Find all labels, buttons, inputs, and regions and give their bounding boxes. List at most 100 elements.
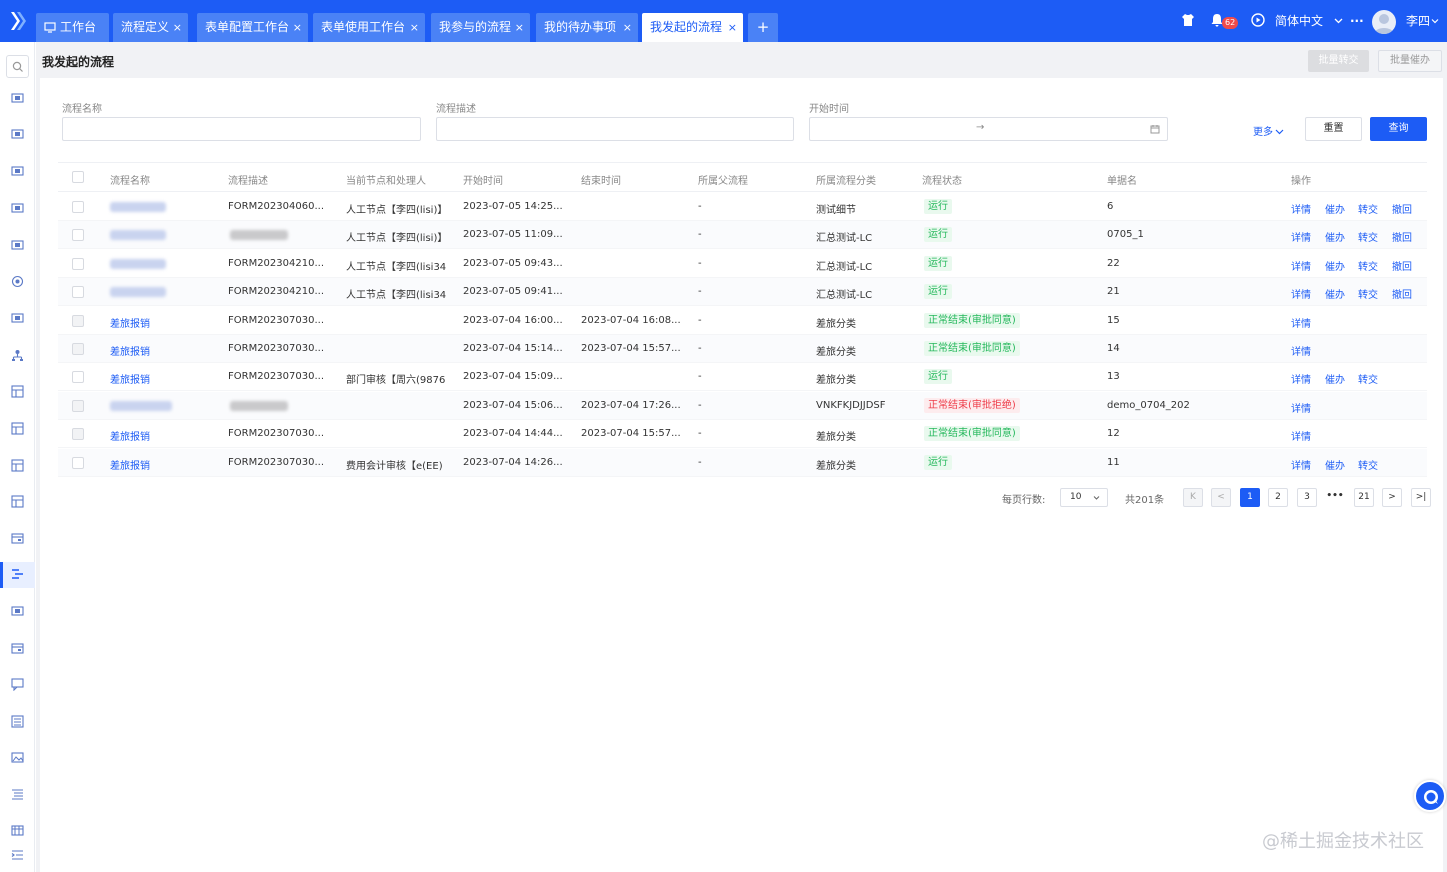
row-action-3[interactable]: 转交 (1358, 457, 1378, 472)
next-page-button[interactable]: > (1382, 488, 1402, 507)
row-action-2[interactable]: 催办 (1325, 258, 1345, 273)
row-checkbox[interactable] (72, 456, 84, 469)
tab-4[interactable]: 表单使用工作台 × (313, 13, 425, 42)
sidebar-item-6[interactable] (0, 269, 35, 295)
process-name-link[interactable]: 差旅报销 (110, 315, 150, 330)
row-action-3[interactable]: 转交 (1358, 201, 1378, 216)
play-circle-icon[interactable] (1251, 13, 1265, 27)
table-row[interactable]: 人工节点【李四(lisi)】 2023-07-05 11:09... - 汇总测试-L… (58, 221, 1427, 250)
table-row[interactable]: FORM202304210... 人工节点【李四(lisi34 2023-07-05… (58, 278, 1427, 307)
row-action-2[interactable]: 催办 (1325, 286, 1345, 301)
table-row[interactable]: 差旅报销 FORM202307030... 费用会计审核【e(EE) 2023-07-… (58, 448, 1427, 477)
tab-close-icon[interactable]: × (728, 13, 737, 42)
row-action-2[interactable]: 催办 (1325, 201, 1345, 216)
process-name-link[interactable]: 差旅报销 (110, 428, 150, 443)
tab-close-icon[interactable]: × (410, 13, 419, 42)
row-action-1[interactable]: 详情 (1291, 286, 1311, 301)
page-1-button[interactable]: 1 (1240, 488, 1260, 507)
sidebar-item-21[interactable] (0, 818, 35, 844)
row-action-2[interactable]: 催办 (1325, 371, 1345, 386)
row-action-3[interactable]: 转交 (1358, 229, 1378, 244)
language-selector[interactable]: 简体中文 (1275, 13, 1323, 29)
sidebar-item-13[interactable] (0, 526, 35, 552)
table-row[interactable]: 2023-07-04 15:06... 2023-07-04 17:26... - V… (58, 391, 1427, 420)
sidebar-item-12[interactable] (0, 489, 35, 515)
row-action-2[interactable]: 催办 (1325, 229, 1345, 244)
avatar[interactable] (1372, 10, 1396, 34)
table-row[interactable]: 差旅报销 FORM202307030... 2023-07-04 15:14... 2… (58, 335, 1427, 363)
sidebar-item-20[interactable] (0, 782, 35, 808)
process-name-link[interactable]: 差旅报销 (110, 371, 150, 386)
sidebar-item-1[interactable] (0, 86, 35, 112)
table-row[interactable]: 差旅报销 FORM202307030... 部门审核【周六(9876 2023-07-… (58, 363, 1427, 392)
table-row[interactable]: FORM202304210... 人工节点【李四(lisi34 2023-07-05… (58, 250, 1427, 278)
query-button[interactable]: 查询 (1370, 117, 1427, 141)
row-checkbox[interactable] (72, 201, 84, 213)
tab-close-icon[interactable]: × (173, 13, 182, 42)
sidebar-search-button[interactable] (6, 55, 29, 78)
row-action-1[interactable]: 详情 (1291, 229, 1311, 244)
sidebar-item-4[interactable] (0, 196, 35, 222)
row-action-1[interactable]: 详情 (1291, 400, 1311, 415)
app-logo-icon[interactable] (8, 10, 26, 32)
row-action-1[interactable]: 详情 (1291, 457, 1311, 472)
first-page-button[interactable]: K (1183, 488, 1203, 507)
sidebar-item-15[interactable] (0, 599, 35, 625)
more-filters-toggle[interactable]: 更多 (1253, 123, 1284, 138)
tab-2[interactable]: 流程定义 × (113, 13, 188, 42)
tab-7[interactable]: 我发起的流程 × (642, 13, 743, 42)
sidebar-item-16[interactable] (0, 636, 35, 662)
row-action-4[interactable]: 撤回 (1392, 201, 1412, 216)
sidebar-item-22[interactable] (0, 843, 35, 869)
row-checkbox[interactable] (72, 229, 84, 242)
tab-close-icon[interactable]: × (515, 13, 524, 42)
sidebar-item-8[interactable] (0, 343, 35, 369)
sidebar-item-7[interactable] (0, 306, 35, 332)
sidebar-item-17[interactable] (0, 672, 35, 698)
help-chat-button[interactable] (1414, 780, 1446, 812)
row-action-1[interactable]: 详情 (1291, 371, 1311, 386)
tab-1[interactable]: 工作台 (36, 13, 109, 42)
prev-page-button[interactable]: < (1211, 488, 1231, 507)
tab-3[interactable]: 表单配置工作台 × (197, 13, 308, 42)
process-desc-input[interactable] (436, 117, 794, 141)
table-row[interactable]: FORM202304060... 人工节点【李四(lisi)】 2023-07-05… (58, 193, 1427, 221)
row-checkbox[interactable] (72, 286, 84, 299)
row-checkbox[interactable] (72, 257, 84, 270)
row-action-4[interactable]: 撤回 (1392, 258, 1412, 273)
select-all-checkbox[interactable] (72, 171, 84, 183)
user-menu-chevron-icon[interactable] (1431, 17, 1439, 25)
row-action-4[interactable]: 撤回 (1392, 286, 1412, 301)
sidebar-item-14[interactable] (0, 562, 35, 588)
batch-transfer-button[interactable]: 批量转交 (1308, 50, 1369, 72)
sidebar-item-19[interactable] (0, 745, 35, 771)
process-name-input[interactable] (62, 117, 421, 141)
table-row[interactable]: 差旅报销 FORM202307030... 2023-07-04 14:44... 2… (58, 420, 1427, 449)
row-action-1[interactable]: 详情 (1291, 343, 1311, 358)
tab-6[interactable]: 我的待办事项 × (536, 13, 638, 42)
row-checkbox[interactable] (72, 371, 84, 384)
chevron-down-icon[interactable] (1334, 16, 1343, 25)
row-action-1[interactable]: 详情 (1291, 315, 1311, 330)
add-tab-button[interactable]: + (748, 13, 778, 42)
tab-5[interactable]: 我参与的流程 × (431, 13, 530, 42)
more-menu-button[interactable]: ··· (1350, 13, 1364, 29)
page-21-button[interactable]: 21 (1354, 488, 1374, 507)
user-name[interactable]: 李四 (1406, 13, 1430, 29)
row-action-2[interactable]: 催办 (1325, 457, 1345, 472)
row-action-3[interactable]: 转交 (1358, 286, 1378, 301)
sidebar-item-18[interactable] (0, 709, 35, 735)
sidebar-item-5[interactable] (0, 233, 35, 259)
page-3-button[interactable]: 3 (1297, 488, 1317, 507)
reset-button[interactable]: 重置 (1305, 117, 1362, 141)
row-action-1[interactable]: 详情 (1291, 428, 1311, 443)
process-name-link[interactable]: 差旅报销 (110, 343, 150, 358)
start-date-range-picker[interactable]: → (809, 117, 1168, 141)
rows-per-page-select[interactable]: 10 (1060, 488, 1108, 507)
sidebar-item-2[interactable] (0, 122, 35, 148)
sidebar-item-11[interactable] (0, 453, 35, 479)
row-action-3[interactable]: 转交 (1358, 371, 1378, 386)
last-page-button[interactable]: >| (1411, 488, 1431, 507)
page-2-button[interactable]: 2 (1268, 488, 1288, 507)
process-name-link[interactable]: 差旅报销 (110, 457, 150, 472)
